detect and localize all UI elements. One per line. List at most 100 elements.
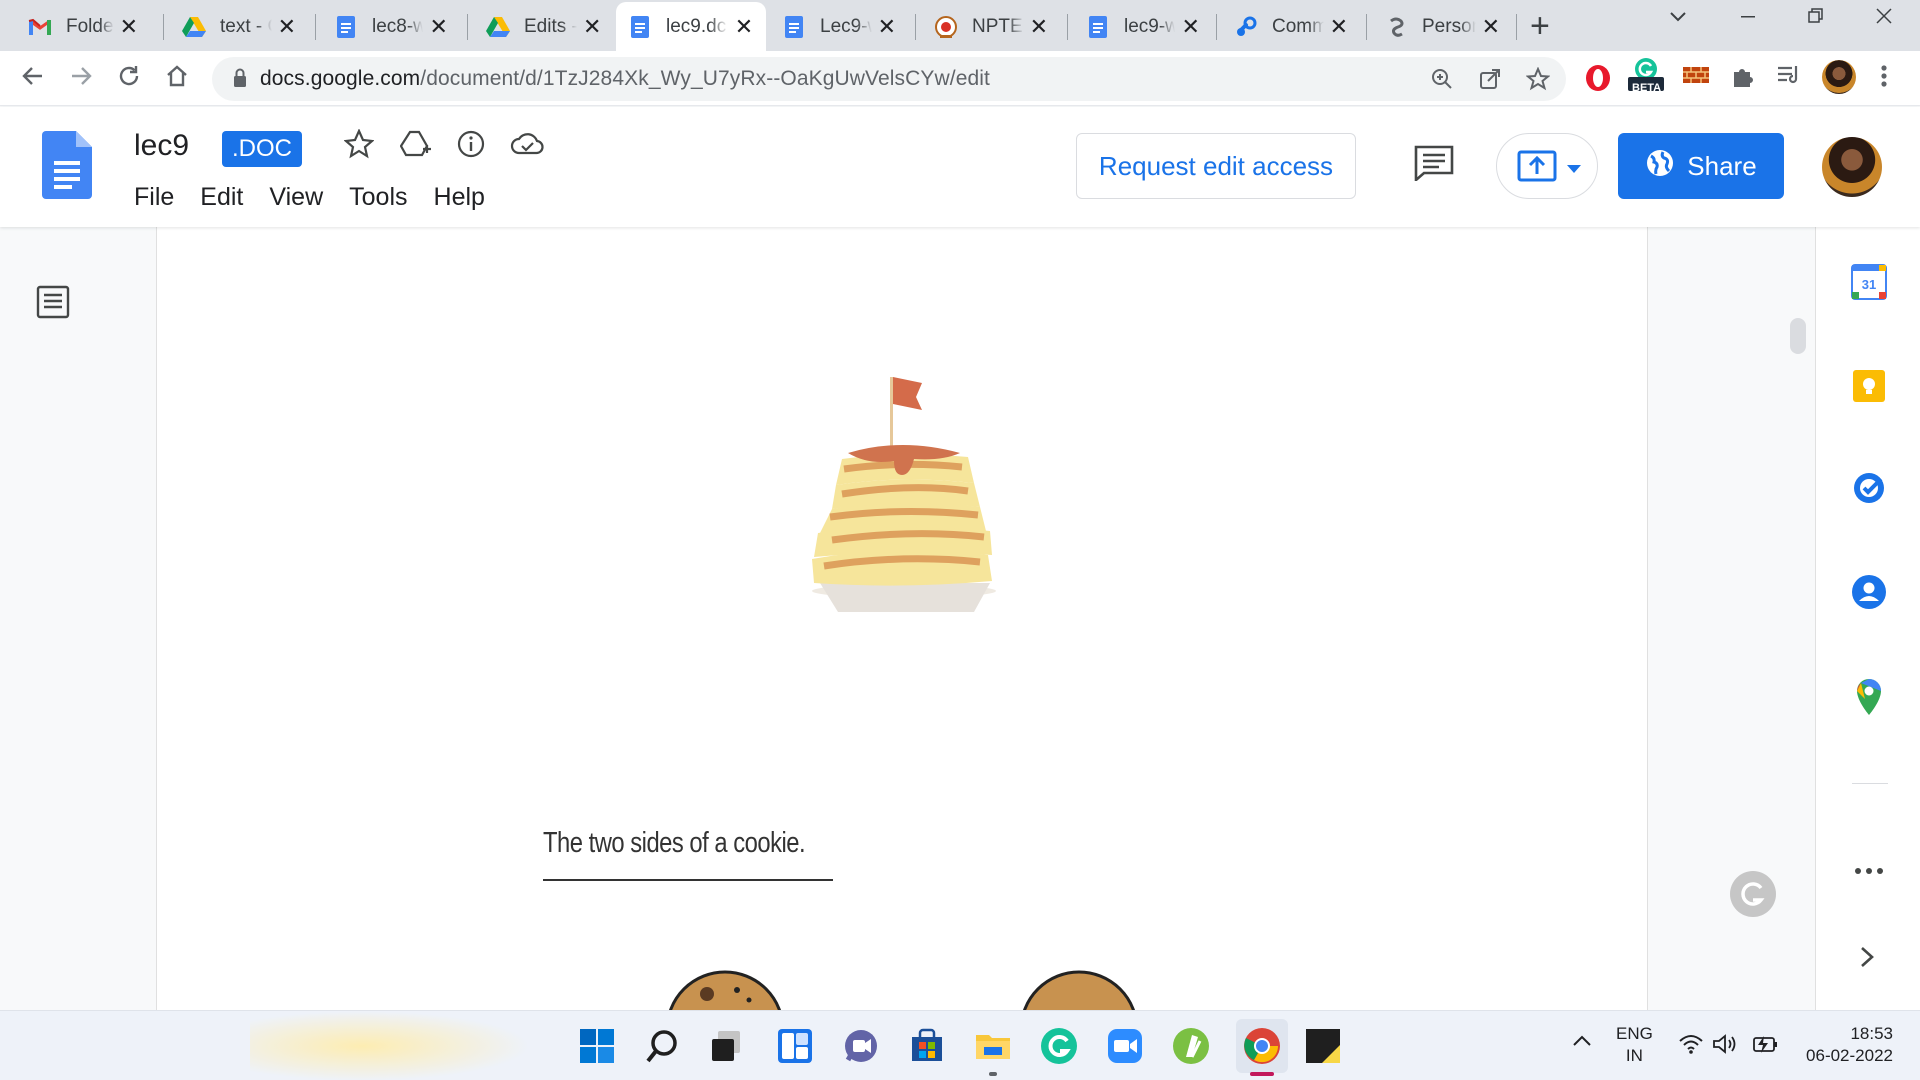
battery-charging-icon[interactable]: [1750, 1033, 1778, 1060]
windows-start-icon[interactable]: [578, 1027, 616, 1065]
tab-drive-text[interactable]: text - G ✕: [170, 2, 308, 51]
sticky-notes-icon[interactable]: [1304, 1027, 1342, 1065]
tab-nptel[interactable]: NPTEL ✕: [922, 2, 1060, 51]
grammarly-float-icon[interactable]: [1730, 871, 1776, 917]
google-calendar-icon[interactable]: 31: [1851, 264, 1887, 305]
cookie-illustration-left: [668, 970, 782, 1010]
search-icon[interactable]: [644, 1027, 682, 1065]
widgets-icon[interactable]: [776, 1027, 814, 1065]
close-icon[interactable]: ✕: [278, 14, 296, 40]
more-apps-icon[interactable]: [1851, 863, 1887, 881]
google-maps-icon[interactable]: [1851, 677, 1887, 722]
address-bar[interactable]: docs.google.com/document/d/1TzJ284Xk_Wy_…: [212, 57, 1566, 101]
share-button[interactable]: Share: [1618, 133, 1784, 199]
profile-avatar[interactable]: [1822, 60, 1856, 94]
drive-icon: [182, 15, 206, 39]
system-clock[interactable]: 18:53 06-02-2022: [1795, 1023, 1893, 1067]
active-indicator: [1250, 1072, 1274, 1076]
present-button[interactable]: [1496, 133, 1598, 199]
docs-icon: [782, 15, 806, 39]
share-page-icon[interactable]: [1478, 67, 1502, 96]
back-button[interactable]: [20, 63, 46, 96]
tab-person[interactable]: Person ✕: [1372, 2, 1512, 51]
cloud-saved-icon[interactable]: [510, 129, 544, 164]
comments-icon[interactable]: [1414, 145, 1454, 186]
document-info-icon[interactable]: [456, 129, 486, 164]
reload-button[interactable]: [116, 63, 142, 96]
document-title[interactable]: lec9: [134, 129, 189, 163]
microsoft-store-icon[interactable]: [908, 1027, 946, 1065]
zoom-app-icon[interactable]: [1106, 1027, 1144, 1065]
task-view-icon[interactable]: [708, 1027, 746, 1065]
tab-lec8[interactable]: lec8-w ✕: [322, 2, 460, 51]
menu-view[interactable]: View: [269, 183, 323, 212]
chevron-down-icon: [1567, 162, 1581, 180]
star-icon[interactable]: [343, 128, 375, 164]
tab-lec9-w-2[interactable]: lec9-w ✕: [1074, 2, 1212, 51]
present-to-meeting-icon: [1517, 150, 1557, 189]
tab-gmail[interactable]: Folder ✕: [16, 2, 150, 51]
menu-edit[interactable]: Edit: [200, 183, 243, 212]
zoom-icon[interactable]: [1430, 67, 1454, 96]
add-to-drive-icon[interactable]: [399, 129, 432, 164]
google-keep-icon[interactable]: [1851, 368, 1887, 409]
file-explorer-icon[interactable]: [974, 1027, 1012, 1065]
close-window-button[interactable]: [1874, 6, 1894, 32]
close-icon[interactable]: ✕: [120, 14, 138, 40]
close-icon[interactable]: ✕: [429, 14, 448, 40]
scrollbar-thumb[interactable]: [1790, 318, 1806, 354]
opera-icon[interactable]: [1584, 63, 1612, 98]
menu-tools[interactable]: Tools: [349, 183, 407, 212]
menu-bar: File Edit View Tools Help: [134, 183, 511, 212]
restore-button[interactable]: [1806, 6, 1826, 32]
chrome-taskbar-button[interactable]: [1236, 1019, 1288, 1073]
close-icon[interactable]: ✕: [1482, 14, 1500, 40]
tab-search-icon[interactable]: [1668, 6, 1688, 32]
extensions-puzzle-icon[interactable]: [1730, 63, 1756, 94]
bookmark-star-icon[interactable]: [1525, 66, 1551, 96]
new-tab-button[interactable]: +: [1530, 8, 1550, 44]
url-path: /document/d/1TzJ284Xk_Wy_U7yRx--OaKgUwVe…: [420, 67, 990, 90]
close-icon[interactable]: ✕: [1330, 14, 1348, 40]
document-page[interactable]: The two sides of a cookie.: [157, 227, 1647, 1010]
close-icon[interactable]: ✕: [1030, 14, 1048, 40]
language-code: ENG: [1616, 1024, 1653, 1043]
forward-button[interactable]: [68, 63, 94, 96]
wifi-icon[interactable]: [1678, 1033, 1704, 1060]
tab-lec9-w[interactable]: Lec9-w ✕: [770, 2, 908, 51]
home-button[interactable]: [164, 63, 190, 96]
close-icon[interactable]: ✕: [734, 14, 754, 40]
tab-comm[interactable]: Comm ✕: [1222, 2, 1360, 51]
input-language-indicator[interactable]: ENG IN: [1616, 1023, 1653, 1067]
lock-icon[interactable]: [232, 67, 248, 94]
close-icon[interactable]: ✕: [1181, 14, 1200, 40]
chevron-right-icon[interactable]: [1858, 945, 1876, 974]
document-outline-icon[interactable]: [36, 285, 70, 324]
chain-icon: [1384, 15, 1408, 39]
menu-help[interactable]: Help: [434, 183, 485, 212]
grammarly-app-icon[interactable]: [1040, 1027, 1078, 1065]
request-edit-access-button[interactable]: Request edit access: [1076, 133, 1356, 199]
account-avatar[interactable]: [1822, 137, 1882, 197]
url-text[interactable]: docs.google.com/document/d/1TzJ284Xk_Wy_…: [260, 67, 990, 91]
chrome-menu-icon[interactable]: [1880, 63, 1888, 94]
teams-chat-icon[interactable]: [842, 1027, 880, 1065]
close-icon[interactable]: ✕: [878, 14, 896, 40]
volume-icon[interactable]: [1712, 1033, 1738, 1060]
tab-lec9-active[interactable]: lec9.dc ✕: [616, 2, 766, 51]
menu-file[interactable]: File: [134, 183, 174, 212]
google-contacts-icon[interactable]: [1851, 574, 1887, 615]
close-icon[interactable]: ✕: [583, 14, 603, 40]
tab-title: lec8-w: [372, 15, 424, 37]
notes-app-icon[interactable]: [1172, 1027, 1210, 1065]
google-tasks-icon[interactable]: [1851, 470, 1887, 511]
google-docs-logo-icon[interactable]: [42, 131, 92, 204]
minimize-button[interactable]: [1738, 6, 1758, 32]
tab-drive-edits[interactable]: Edits - ✕: [474, 2, 614, 51]
reading-list-icon[interactable]: [1776, 63, 1802, 92]
drive-icon: [486, 15, 510, 39]
brick-extension-icon[interactable]: [1682, 63, 1710, 92]
show-hidden-icons-chevron-icon[interactable]: [1572, 1033, 1592, 1052]
tab-title: Folder: [66, 15, 114, 37]
url-host: docs.google.com: [260, 67, 421, 90]
